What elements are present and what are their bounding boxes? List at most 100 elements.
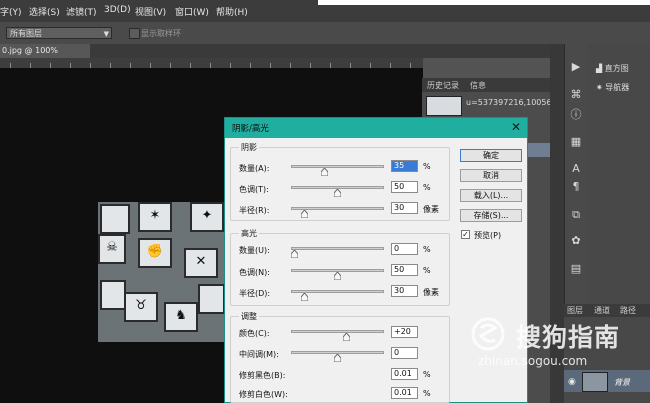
shadows-radius-slider-handle[interactable] [301,210,309,218]
highlights-amount-field[interactable]: 0 [391,243,418,255]
show-sample-ring-label: 显示取样环 [141,29,181,38]
adjust-group-label: 调整 [239,311,259,322]
preview-label: 预览(P) [474,231,502,240]
adjust-midtone-slider-handle[interactable] [334,354,341,362]
histogram-icon: ▟ [596,64,603,73]
highlights-radius-label: 半径(D): [239,289,271,298]
highlights-amount-slider[interactable] [291,247,384,250]
highlights-radius-slider-handle[interactable] [301,293,309,301]
layer-thumbnail [582,372,608,392]
layer-name[interactable]: 背景 [614,377,630,388]
layer-sample-select[interactable]: 所有图层 ▼ [6,27,112,39]
shadows-amount-field[interactable]: 35 [391,160,418,172]
dialog-title: 阴影/高光 [232,124,269,134]
image-tile: ♞ [164,302,198,332]
nav-item-navigator-label: 导航器 [605,83,630,92]
shadows-tone-slider-handle[interactable] [334,189,341,197]
clone-source-icon[interactable]: ⧉ [568,208,584,222]
image-tile: ✶ [138,202,172,232]
show-sample-ring-checkbox[interactable] [129,28,140,39]
shadows-tone-field[interactable]: 50 [391,181,418,193]
clip-black-unit: % [423,370,431,379]
highlights-tone-label: 色调(N): [239,268,270,277]
layer-sample-value: 所有图层 [10,29,42,38]
shadows-amount-slider[interactable] [291,165,384,168]
shadows-group-label: 阴影 [239,142,259,153]
nav-item-histogram-label: 直方图 [604,64,629,73]
adjust-color-label: 颜色(C): [239,329,270,338]
image-tile [100,280,126,310]
tab-history[interactable]: 历史记录 [427,80,459,91]
menu-type[interactable]: 字(Y) [0,5,22,18]
clip-white-field[interactable]: 0.01 [391,387,418,399]
title-strip [318,0,650,5]
image-tile [198,284,225,314]
swatches-icon[interactable]: ▤ [568,262,584,276]
nav-item-histogram[interactable]: ▟ 直方图 [596,63,629,74]
grid-icon[interactable]: ▦ [568,135,584,149]
character-icon[interactable]: A [568,162,584,176]
history-icon[interactable]: ⌘ [568,88,584,102]
close-icon[interactable]: ✕ [511,120,521,134]
play-icon[interactable]: ▶ [568,60,584,74]
canvas-image: ✶ ✦ ☠ ✊ ✕ ♉ ♞ [98,202,225,342]
image-tile: ☠ [98,234,126,264]
image-tile: ✕ [184,248,218,278]
watermark-title: 搜狗指南 [516,323,621,352]
clip-white-unit: % [423,389,431,398]
shadows-radius-unit: 像素 [423,205,439,214]
shadows-tone-unit: % [423,183,431,192]
shadows-tone-label: 色调(T): [239,185,269,194]
highlights-radius-unit: 像素 [423,288,439,297]
highlights-radius-field[interactable]: 30 [391,285,418,297]
adjust-color-field[interactable]: +20 [391,326,418,338]
clip-white-label: 修剪白色(W): [239,390,288,399]
highlights-amount-unit: % [423,245,431,254]
load-button[interactable]: 载入(L)... [460,189,522,202]
palette-icon[interactable]: ✿ [568,234,584,248]
image-tile: ✦ [190,202,224,232]
adjust-midtone-field[interactable]: 0 [391,347,418,359]
eye-icon[interactable]: ◉ [568,377,576,387]
adjust-color-slider-handle[interactable] [342,333,350,341]
info-icon[interactable]: ⓘ [568,108,584,122]
paragraph-icon[interactable]: ¶ [568,180,584,194]
menu-help[interactable]: 帮助(H) [216,5,248,18]
menu-select[interactable]: 选择(S) [29,5,60,18]
shadows-radius-field[interactable]: 30 [391,202,418,214]
shadows-radius-label: 半径(R): [239,206,270,215]
adjust-color-slider[interactable] [291,330,384,333]
document-tab[interactable]: 0.jpg @ 100%(RGB/8#) * [0,44,90,69]
highlights-tone-slider-handle[interactable] [334,272,341,280]
image-tile: ♉ [124,292,158,322]
tab-channels[interactable]: 通道 [594,305,610,316]
chevron-down-icon: ▼ [103,30,109,38]
clip-black-field[interactable]: 0.01 [391,368,418,380]
menu-3d[interactable]: 3D(D) [104,5,131,15]
shadows-amount-label: 数量(A): [239,164,270,173]
horizontal-ruler [0,58,423,68]
nav-item-navigator[interactable]: ✷ 导航器 [596,82,629,93]
menu-view[interactable]: 视图(V) [135,5,166,18]
highlights-amount-slider-handle[interactable] [291,250,298,258]
tab-info[interactable]: 信息 [470,80,486,91]
menu-window[interactable]: 窗口(W) [175,5,209,18]
image-tile [100,204,130,234]
shadows-amount-unit: % [423,162,431,171]
highlights-tone-field[interactable]: 50 [391,264,418,276]
history-snapshot-thumbnail[interactable] [426,96,462,116]
cancel-button[interactable]: 取消 [460,169,522,182]
menu-filter[interactable]: 滤镜(T) [66,5,97,18]
preview-checkbox[interactable]: ✓ [461,230,470,239]
shadows-amount-slider-handle[interactable] [321,168,329,176]
watermark-url: zhinan.sogou.com [478,354,588,368]
highlights-group-label: 高光 [239,228,259,239]
highlights-amount-label: 数量(U): [239,246,270,255]
ok-button[interactable]: 确定 [460,149,522,162]
history-selected-state[interactable] [528,143,550,157]
highlights-tone-unit: % [423,266,431,275]
tab-paths[interactable]: 路径 [620,305,636,316]
save-button[interactable]: 存储(S)... [460,209,522,222]
sogou-logo-icon [471,317,505,351]
tab-layers[interactable]: 图层 [567,305,583,316]
